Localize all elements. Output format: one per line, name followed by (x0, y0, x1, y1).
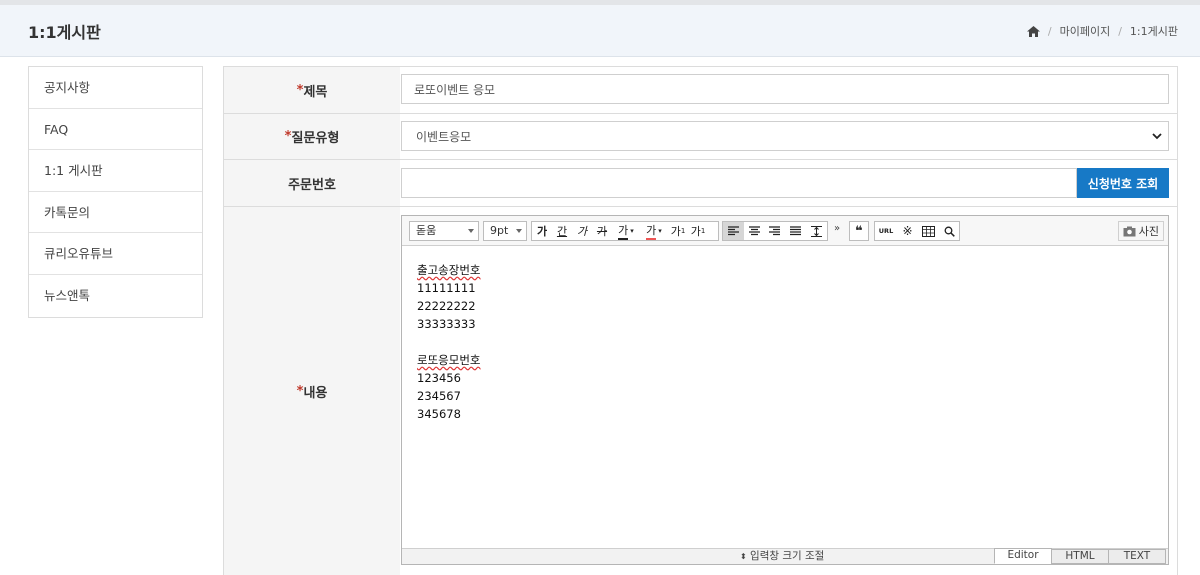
editor-content[interactable]: 출고송장번호 11111111 22222222 33333333 로또응모번호… (417, 261, 480, 423)
editor-line: 22222222 (417, 299, 476, 313)
more-icon[interactable]: » (834, 223, 840, 234)
title-label: * 제목 (224, 67, 400, 113)
question-type-label-text: 질문유형 (291, 131, 340, 146)
editor-heading: 출고송장번호 (417, 263, 481, 277)
format-group: 가 간 가 가 가 ▾ 가 ▾ 가1 가1 (531, 221, 719, 241)
page-header: 1:1게시판 / 마이페이지 / 1:1게시판 (0, 0, 1200, 57)
breadcrumb-separator: / (1047, 24, 1052, 38)
editor-resize-handle[interactable]: ⬍ 입력창 크기 조절 Editor HTML TEXT (402, 548, 1168, 564)
line-height-icon[interactable] (806, 222, 827, 240)
sidebar-item-faq[interactable]: FAQ (29, 109, 202, 151)
font-select[interactable]: 돋움 (409, 221, 479, 241)
required-mark: * (296, 384, 304, 399)
form-row-content: * 내용 돋움 9pt 가 간 가 가 가 ▾ 가 ▾ 가1 가 1 » ❝ U… (224, 207, 1177, 575)
strikethrough-icon[interactable]: 가 (592, 222, 612, 240)
chevron-down-icon (1152, 133, 1162, 140)
form-row-order-no: 주문번호 신청번호 조회 (224, 160, 1177, 207)
home-icon[interactable] (1026, 25, 1040, 37)
question-type-select[interactable]: 이벤트응모 (401, 121, 1169, 151)
title-label-text: 제목 (303, 84, 328, 100)
lookup-button[interactable]: 신청번호 조회 (1077, 168, 1169, 198)
rich-text-editor: 돋움 9pt 가 간 가 가 가 ▾ 가 ▾ 가1 가1 » ❝ URL ※ 사… (401, 215, 1169, 565)
sidebar-item-youtube[interactable]: 큐리오유튜브 (29, 233, 202, 275)
align-center-icon[interactable] (744, 222, 765, 240)
superscript-icon[interactable]: 가1 (668, 222, 688, 240)
content-label-text: 내용 (303, 386, 328, 401)
breadcrumb-separator: / (1118, 24, 1122, 38)
question-type-value: 이벤트응모 (416, 129, 472, 144)
editor-heading: 로또응모번호 (417, 353, 481, 367)
form-row-question-type: * 질문유형 이벤트응모 (224, 114, 1177, 160)
editor-mode-tabs: Editor HTML TEXT (994, 548, 1166, 564)
align-right-icon[interactable] (765, 222, 786, 240)
sidebar-item-kakao[interactable]: 카톡문의 (29, 192, 202, 234)
photo-button-label: 사진 (1138, 225, 1159, 238)
title-input[interactable]: 로또이벤트 응모 (401, 74, 1169, 104)
font-color-icon[interactable]: 가 ▾ (612, 222, 640, 240)
table-icon[interactable] (918, 222, 939, 240)
editor-line: 11111111 (417, 281, 476, 295)
photo-button[interactable]: 사진 (1117, 221, 1164, 241)
font-select-value: 돋움 (416, 224, 437, 237)
caret-down-icon (468, 229, 474, 233)
sidebar: 공지사항 FAQ 1:1 게시판 카톡문의 큐리오유튜브 뉴스앤톡 (28, 66, 203, 318)
highlight-icon[interactable]: 가 ▾ (640, 222, 668, 240)
sidebar-item-qna[interactable]: 1:1 게시판 (29, 150, 202, 192)
bold-icon[interactable]: 가 (532, 222, 552, 240)
content-label: * 내용 (224, 207, 400, 575)
tab-editor[interactable]: Editor (994, 548, 1052, 564)
sidebar-item-notice[interactable]: 공지사항 (29, 67, 202, 109)
insert-group: URL ※ (874, 221, 960, 241)
special-char-icon[interactable]: ※ (897, 222, 918, 240)
sidebar-item-news[interactable]: 뉴스앤톡 (29, 275, 202, 317)
breadcrumb-mypage[interactable]: 마이페이지 (1060, 23, 1111, 39)
quote-icon[interactable]: ❝ (850, 222, 868, 240)
editor-toolbar: 돋움 9pt 가 간 가 가 가 ▾ 가 ▾ 가1 가1 » ❝ URL ※ 사… (402, 216, 1168, 246)
search-icon[interactable] (939, 222, 959, 240)
breadcrumb-current: 1:1게시판 (1129, 25, 1178, 38)
font-size-select[interactable]: 9pt (483, 221, 527, 241)
underline-icon[interactable]: 간 (552, 222, 572, 240)
align-group (722, 221, 828, 241)
camera-icon (1123, 226, 1136, 236)
caret-down-icon (516, 229, 522, 233)
order-no-input[interactable] (401, 168, 1077, 198)
page-title: 1:1게시판 (28, 23, 101, 42)
question-type-label: * 질문유형 (224, 114, 400, 159)
order-no-label: 주문번호 (224, 160, 400, 206)
required-mark: * (296, 82, 304, 98)
tab-html[interactable]: HTML (1051, 549, 1109, 564)
editor-line: 123456 (417, 371, 461, 385)
required-mark: * (284, 129, 292, 144)
font-size-value: 9pt (490, 224, 509, 237)
resize-label: ⬍ 입력창 크기 조절 (740, 549, 824, 564)
tab-text[interactable]: TEXT (1108, 549, 1166, 564)
subscript-icon[interactable]: 가1 (688, 222, 708, 240)
quote-group: ❝ (849, 221, 869, 241)
link-icon[interactable]: URL (875, 222, 897, 240)
resize-icon: ⬍ (740, 552, 747, 561)
editor-line: 345678 (417, 407, 461, 421)
italic-icon[interactable]: 가 (572, 222, 592, 240)
inquiry-form: * 제목 로또이벤트 응모 * 질문유형 이벤트응모 주문번호 신청번호 조회 … (223, 66, 1178, 575)
align-justify-icon[interactable] (785, 222, 806, 240)
editor-line: 234567 (417, 389, 461, 403)
resize-label-text: 입력창 크기 조절 (750, 550, 825, 562)
align-left-icon[interactable] (723, 222, 744, 240)
form-row-title: * 제목 로또이벤트 응모 (224, 67, 1177, 114)
breadcrumb: / 마이페이지 / 1:1게시판 (1026, 23, 1178, 39)
editor-line: 33333333 (417, 317, 476, 331)
